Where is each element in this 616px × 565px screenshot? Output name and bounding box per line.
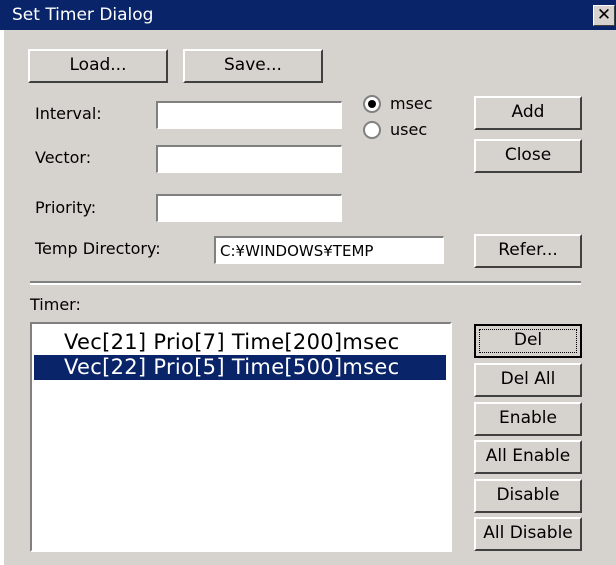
usec-radio[interactable] bbox=[363, 121, 381, 139]
priority-label: Priority: bbox=[35, 198, 97, 217]
save-button[interactable]: Save... bbox=[183, 49, 323, 83]
timer-list-item-selected[interactable]: Vec[22] Prio[5] Time[500]msec bbox=[34, 355, 446, 380]
close-button[interactable]: Close bbox=[474, 139, 582, 173]
timer-list-item[interactable]: Vec[21] Prio[7] Time[200]msec bbox=[34, 330, 446, 355]
vector-label: Vector: bbox=[35, 148, 92, 167]
temp-directory-label: Temp Directory: bbox=[35, 239, 161, 258]
all-disable-button[interactable]: All Disable bbox=[474, 517, 582, 551]
timer-list[interactable]: Vec[21] Prio[7] Time[200]msec Vec[22] Pr… bbox=[30, 322, 452, 552]
close-window-button[interactable]: ✕ bbox=[593, 5, 615, 26]
close-icon: ✕ bbox=[596, 5, 612, 25]
del-all-button[interactable]: Del All bbox=[474, 363, 582, 397]
timer-label: Timer: bbox=[30, 295, 81, 314]
usec-label[interactable]: usec bbox=[390, 120, 427, 139]
temp-directory-input[interactable]: C:¥WINDOWS¥TEMP bbox=[214, 236, 444, 264]
del-button[interactable]: Del bbox=[474, 324, 582, 358]
priority-input[interactable] bbox=[156, 194, 342, 222]
window-title: Set Timer Dialog bbox=[12, 5, 154, 25]
separator bbox=[30, 281, 581, 285]
radio-selected-dot bbox=[368, 100, 376, 108]
msec-radio[interactable] bbox=[363, 95, 381, 113]
vector-input[interactable] bbox=[156, 145, 342, 173]
load-button[interactable]: Load... bbox=[28, 49, 168, 83]
enable-button[interactable]: Enable bbox=[474, 402, 582, 436]
title-bar: Set Timer Dialog ✕ bbox=[0, 0, 616, 30]
disable-button[interactable]: Disable bbox=[474, 479, 582, 513]
msec-label[interactable]: msec bbox=[390, 94, 433, 113]
refer-button[interactable]: Refer... bbox=[474, 234, 582, 268]
all-enable-button[interactable]: All Enable bbox=[474, 440, 582, 474]
add-button[interactable]: Add bbox=[474, 96, 582, 130]
interval-input[interactable] bbox=[156, 101, 342, 129]
window-edge bbox=[0, 0, 4, 565]
focus-rectangle: Del bbox=[479, 329, 577, 353]
interval-label: Interval: bbox=[35, 104, 102, 123]
